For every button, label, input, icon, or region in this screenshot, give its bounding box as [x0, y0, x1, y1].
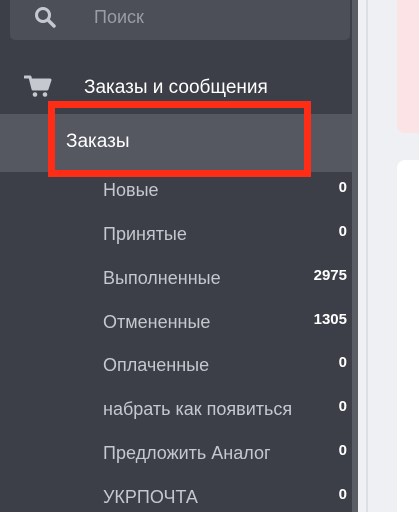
sidebar-subitem-completed[interactable]: Выполненные 2975: [0, 255, 352, 299]
search-placeholder: Поиск: [94, 7, 144, 27]
subitem-label: Отмененные: [103, 312, 211, 332]
subitem-label: Предложить Аналог: [103, 443, 271, 463]
sidebar-subitem-ukrposhta[interactable]: УКРПОЧТА 0: [0, 474, 352, 512]
subitem-count: 2975: [313, 267, 347, 284]
sidebar: Поиск Заказы и сообщения Заказы Новые 0 …: [0, 0, 352, 512]
alert-card: [397, 0, 419, 133]
search-input[interactable]: Поиск: [10, 0, 350, 40]
subitem-count: 0: [338, 223, 347, 240]
sidebar-subitem-new[interactable]: Новые 0: [0, 167, 352, 211]
sidebar-subitem-accepted[interactable]: Принятые 0: [0, 211, 352, 255]
subitem-label: Выполненные: [103, 268, 221, 288]
sidebar-subitem-offer-analog[interactable]: Предложить Аналог 0: [0, 430, 352, 474]
section-title: Заказы и сообщения: [84, 77, 268, 98]
subitem-count: 0: [338, 398, 347, 415]
subitem-label: Новые: [103, 180, 159, 200]
sidebar-section-orders-messages[interactable]: Заказы и сообщения: [0, 62, 352, 112]
content-card: [397, 160, 419, 512]
sidebar-item-label: Заказы: [66, 131, 130, 152]
subitem-label: УКРПОЧТА: [103, 487, 198, 507]
subitem-count: 0: [338, 486, 347, 503]
subitem-count: 0: [338, 179, 347, 196]
search-icon: [35, 7, 56, 28]
sidebar-subitem-paid[interactable]: Оплаченные 0: [0, 342, 352, 386]
sidebar-subitem-cancelled[interactable]: Отмененные 1305: [0, 299, 352, 343]
subitem-count: 0: [338, 442, 347, 459]
subitem-count: 1305: [313, 311, 347, 328]
content-divider: [366, 0, 368, 512]
subitem-count: 0: [338, 354, 347, 371]
sidebar-item-orders[interactable]: Заказы: [0, 114, 352, 172]
subitem-label: набрать как появиться: [103, 399, 293, 419]
subitem-label: Принятые: [103, 224, 187, 244]
cart-icon: [24, 75, 52, 97]
subitem-label: Оплаченные: [103, 355, 210, 375]
sidebar-subitem-pick-when-available[interactable]: набрать как появиться 0: [0, 386, 352, 430]
